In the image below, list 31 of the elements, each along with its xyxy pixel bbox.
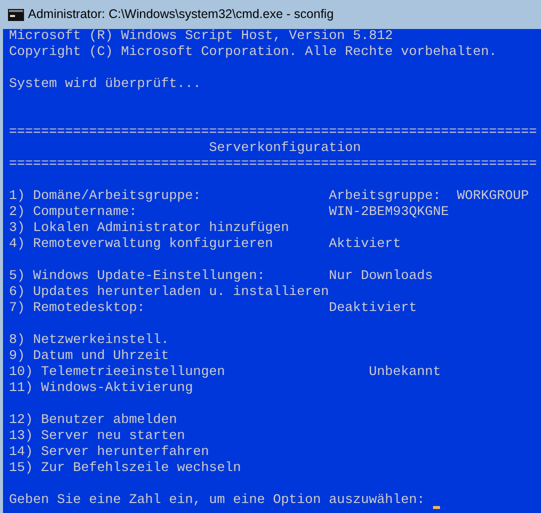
option-value: Aktiviert	[328, 237, 401, 253]
menu-option: 14) Server herunterfahren	[9, 445, 209, 460]
menu-option: 6) Updates herunterladen u. installieren	[9, 285, 329, 300]
menu-option: 4) Remoteverwaltung konfigurieren	[9, 237, 273, 252]
menu-option: 12) Benutzer abmelden	[9, 413, 177, 428]
console-line: Microsoft (R) Windows Script Host, Version 5.812	[9, 29, 393, 45]
option-value: Nur Downloads	[328, 269, 433, 285]
separator-line: ==================================================================	[9, 157, 537, 173]
console-line: Copyright (C) Microsoft Corporation. Alle Rechte vorbehalten.	[9, 45, 497, 61]
status-text: System wird überprüft...	[9, 77, 201, 93]
menu-option: 2) Computername:	[9, 205, 137, 220]
menu-option: 15) Zur Befehlszeile wechseln	[9, 461, 241, 476]
menu-heading: Serverkonfiguration	[208, 141, 361, 157]
cursor-icon	[432, 506, 440, 509]
menu-option: 11) Windows-Aktivierung	[9, 381, 193, 396]
option-value: WIN-2BEM93QKGNE	[328, 205, 449, 221]
menu-option: 7) Remotedesktop:	[9, 301, 145, 316]
menu-option: 5) Windows Update-Einstellungen:	[9, 269, 265, 284]
menu-option: 3) Lokalen Administrator hinzufügen	[9, 221, 289, 236]
option-value: Arbeitsgruppe: WORKGROUP	[328, 189, 529, 205]
option-value: Deaktiviert	[328, 301, 417, 317]
option-value: Unbekannt	[368, 365, 441, 381]
menu-option: 8) Netzwerkeinstell.	[9, 333, 169, 348]
menu-option: 9) Datum und Uhrzeit	[9, 349, 169, 364]
console-icon	[8, 8, 24, 20]
separator-line: ==================================================================	[9, 125, 537, 141]
menu-option: 13) Server neu starten	[9, 429, 185, 444]
menu-option: 1) Domäne/Arbeitsgruppe:	[9, 189, 201, 204]
window-title: Administrator: C:\Windows\system32\cmd.exe - sconfig	[28, 6, 334, 24]
menu-option: 10) Telemetrieeinstellungen	[9, 365, 225, 380]
prompt-text: Geben Sie eine Zahl ein, um eine Option auszuwählen:	[9, 493, 425, 509]
